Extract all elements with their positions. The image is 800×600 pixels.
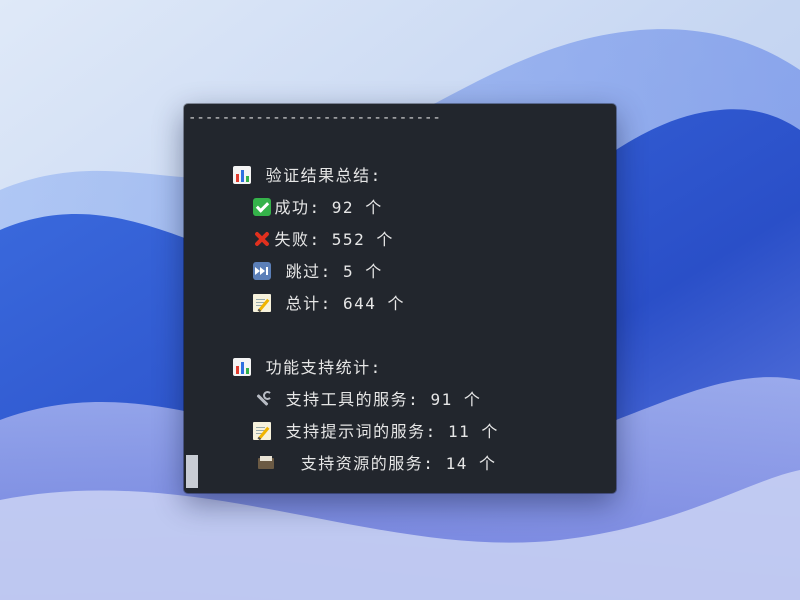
summary-item-success: 成功: 92 个 xyxy=(208,172,383,217)
summary-item-total: 总计: 644 个 xyxy=(208,268,405,313)
features-item-tools: 支持工具的服务: 91 个 xyxy=(208,364,481,409)
features-heading: 功能支持统计: xyxy=(188,332,382,377)
summary-item-skipped: 跳过: 5 个 xyxy=(208,236,383,281)
terminal-window[interactable]: ------------------------------ 验证结果总结: 成… xyxy=(184,104,616,493)
terminal-cursor xyxy=(186,455,198,488)
features-item-resources: 支持资源的服务: 14 个 xyxy=(212,428,496,473)
summary-heading: 验证结果总结: xyxy=(188,140,382,185)
memo-icon xyxy=(252,294,271,312)
features-item-label: 支持资源的服务: 14 个 xyxy=(300,454,497,473)
card-file-box-icon xyxy=(257,454,275,472)
separator-line: ------------------------------ xyxy=(188,110,441,126)
summary-item-label: 总计: 644 个 xyxy=(285,294,405,313)
summary-item-failure: 失败: 552 个 xyxy=(208,204,394,249)
features-item-prompts: 支持提示词的服务: 11 个 xyxy=(208,396,499,441)
